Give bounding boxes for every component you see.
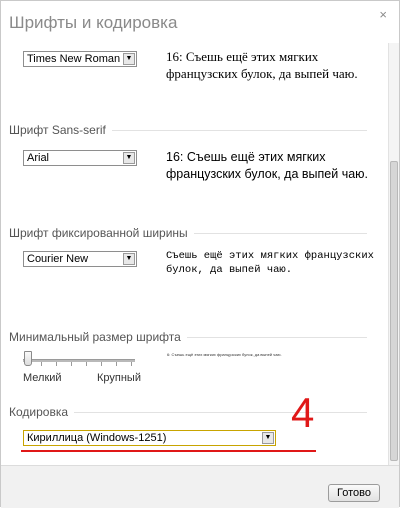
- fonts-encoding-dialog: Шрифты и кодировка × Times New Roman ▼ 1…: [0, 0, 400, 508]
- serif-font-select[interactable]: Times New Roman ▼: [23, 51, 137, 67]
- slider-max-label: Крупный: [97, 372, 141, 384]
- close-icon[interactable]: ×: [379, 7, 387, 22]
- slider-min-label: Мелкий: [23, 372, 62, 384]
- serif-font-sample: 16: Съешь ещё этих мягких французских бу…: [166, 49, 358, 81]
- min-font-size-slider-thumb[interactable]: [24, 351, 32, 366]
- scrollbar-thumb[interactable]: [390, 161, 398, 461]
- done-button[interactable]: Готово: [328, 484, 380, 502]
- fixed-width-font-value: Courier New: [27, 253, 89, 265]
- encoding-select[interactable]: Кириллица (Windows-1251) ▼: [23, 430, 276, 446]
- sans-serif-font-select[interactable]: Arial ▼: [23, 150, 137, 166]
- slider-ticks: [23, 362, 135, 366]
- chevron-down-icon[interactable]: ▼: [123, 53, 135, 65]
- serif-font-value: Times New Roman: [27, 53, 121, 65]
- sans-serif-section-label: Шрифт Sans-serif: [9, 123, 112, 137]
- encoding-value: Кириллица (Windows-1251): [27, 432, 167, 444]
- encoding-section-label: Кодировка: [9, 405, 75, 419]
- chevron-down-icon[interactable]: ▼: [123, 253, 135, 265]
- sans-serif-font-sample: 16: Съешь ещё этих мягких французских бу…: [166, 150, 369, 181]
- min-font-size-section-label: Минимальный размер шрифта: [9, 330, 187, 344]
- dialog-footer: Готово: [1, 465, 399, 508]
- annotation-underline: [21, 450, 316, 452]
- fixed-width-section-label: Шрифт фиксированной ширины: [9, 226, 194, 240]
- sans-serif-font-value: Arial: [27, 152, 50, 164]
- scrollbar[interactable]: [388, 43, 399, 465]
- fixed-width-font-sample: Съешь ещё этих мягких французских булок,…: [166, 250, 374, 276]
- chevron-down-icon[interactable]: ▼: [262, 432, 274, 444]
- settings-content: Times New Roman ▼ 16: Съешь ещё этих мяг…: [1, 43, 387, 463]
- min-font-size-sample: 6: Съешь ещё этих мягких французских бул…: [167, 352, 282, 357]
- dialog-title: Шрифты и кодировка: [9, 13, 178, 32]
- chevron-down-icon[interactable]: ▼: [123, 152, 135, 164]
- fixed-width-font-select[interactable]: Courier New ▼: [23, 251, 137, 267]
- annotation-number: 4: [291, 389, 315, 436]
